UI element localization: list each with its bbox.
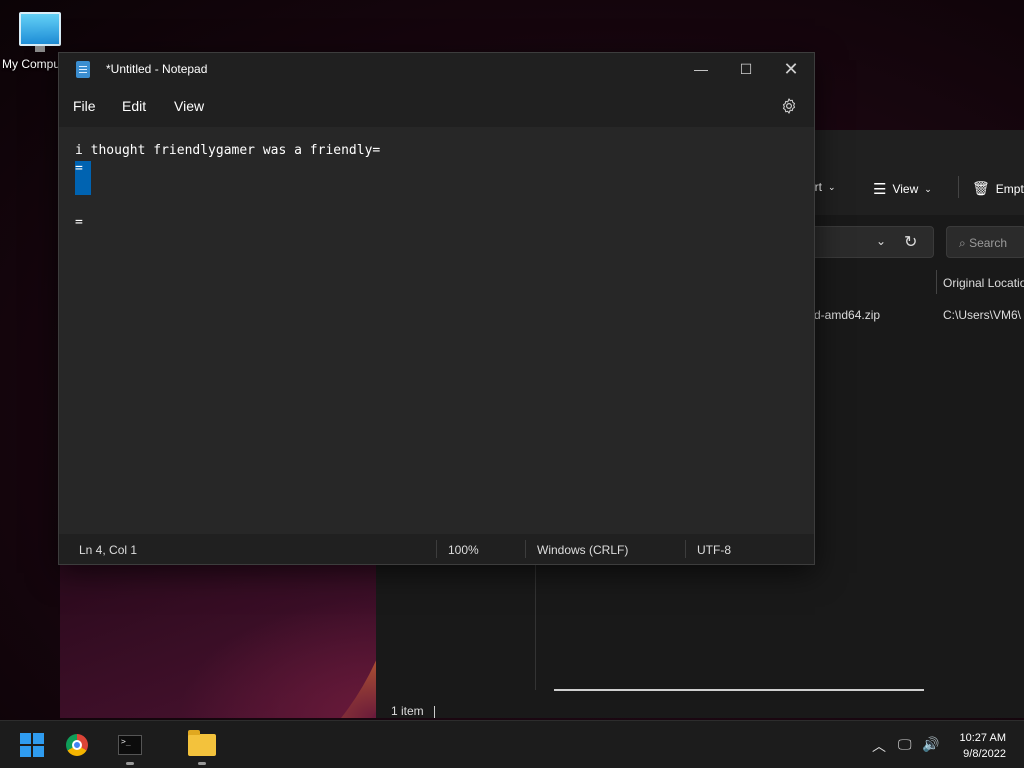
empty-recycle-bin-button[interactable]: 🗑 Empty bbox=[972, 180, 1024, 197]
maximize-icon: ☐ bbox=[739, 60, 753, 77]
wallpaper-swirl bbox=[60, 560, 377, 718]
editor-line-1: i thought friendlygamer was a friendly= bbox=[75, 143, 381, 158]
terminal-taskbar-button[interactable]: >_ bbox=[114, 729, 146, 765]
file-location-cell: C:\Users\VM6\ bbox=[943, 308, 1022, 322]
explorer-status-bar: 1 item bbox=[391, 704, 435, 718]
running-indicator bbox=[126, 762, 134, 765]
line-endings: Windows (CRLF) bbox=[537, 543, 629, 557]
search-input[interactable]: ⌕ Search bbox=[946, 226, 1024, 258]
clock-date: 9/8/2022 bbox=[963, 748, 1006, 760]
navigation-pane-divider bbox=[535, 560, 536, 690]
notepad-icon bbox=[76, 61, 90, 78]
menu-file[interactable]: File bbox=[73, 98, 96, 114]
computer-icon bbox=[19, 12, 61, 52]
status-separator bbox=[433, 705, 435, 718]
window-title: *Untitled - Notepad bbox=[106, 62, 208, 76]
chevron-down-icon: ⌄ bbox=[924, 183, 932, 194]
chevron-down-icon: ⌄ bbox=[828, 181, 836, 192]
search-placeholder: Search bbox=[969, 236, 1008, 250]
horizontal-scrollbar[interactable] bbox=[554, 689, 924, 691]
notepad-window: *Untitled - Notepad — ☐ ✕ File Edit View… bbox=[58, 52, 815, 565]
clock-time: 10:27 AM bbox=[959, 732, 1006, 744]
cursor-position: Ln 4, Col 1 bbox=[79, 543, 138, 557]
trash-icon: 🗑 bbox=[972, 180, 990, 196]
toolbar-divider bbox=[958, 176, 959, 198]
taskbar: >_ ︿ 🖵 🔊 10:27 AM 9/8/2022 bbox=[0, 720, 1024, 768]
terminal-icon: >_ bbox=[118, 735, 142, 755]
status-divider bbox=[685, 540, 686, 558]
maximize-button[interactable]: ☐ bbox=[723, 53, 769, 85]
mouse-cursor-icon bbox=[193, 734, 200, 748]
start-button[interactable] bbox=[16, 729, 48, 761]
minimize-icon: — bbox=[694, 61, 708, 77]
file-explorer-taskbar-button[interactable] bbox=[186, 729, 218, 765]
running-indicator bbox=[198, 762, 206, 765]
network-icon[interactable]: 🖵 bbox=[898, 736, 912, 753]
status-bar: Ln 4, Col 1 100% Windows (CRLF) UTF-8 bbox=[59, 534, 814, 564]
column-header-original-location[interactable]: Original Location bbox=[943, 276, 1024, 290]
file-name-cell[interactable]: d-amd64.zip bbox=[814, 308, 880, 322]
view-button[interactable]: ☰ View ⌄ bbox=[873, 180, 932, 198]
menu-bar: File Edit View bbox=[59, 85, 814, 127]
view-label: View bbox=[892, 182, 919, 196]
settings-gear-icon[interactable] bbox=[780, 97, 798, 115]
minimize-button[interactable]: — bbox=[678, 53, 724, 85]
status-divider bbox=[436, 540, 437, 558]
title-bar[interactable]: *Untitled - Notepad — ☐ ✕ bbox=[59, 53, 814, 85]
status-divider bbox=[525, 540, 526, 558]
encoding: UTF-8 bbox=[697, 543, 731, 557]
chevron-up-icon[interactable]: ︿ bbox=[872, 736, 886, 756]
search-icon: ⌕ bbox=[959, 236, 966, 250]
column-divider[interactable] bbox=[936, 270, 937, 294]
view-list-icon: ☰ bbox=[873, 181, 887, 198]
close-icon: ✕ bbox=[783, 58, 799, 79]
chevron-down-icon[interactable]: ⌄ bbox=[876, 234, 886, 248]
item-count: 1 item bbox=[391, 704, 424, 718]
text-editor[interactable]: i thought friendlygamer was a friendly= … bbox=[59, 127, 814, 534]
volume-icon[interactable]: 🔊 bbox=[922, 736, 939, 753]
close-button[interactable]: ✕ bbox=[768, 53, 814, 85]
editor-line-4: = bbox=[75, 215, 83, 230]
clock[interactable]: 10:27 AM 9/8/2022 bbox=[960, 730, 1006, 762]
zoom-level: 100% bbox=[448, 543, 479, 557]
editor-line-2: = bbox=[75, 161, 83, 176]
start-icon bbox=[20, 733, 44, 757]
menu-view[interactable]: View bbox=[174, 98, 204, 114]
editor-line-2-selected: = bbox=[75, 161, 91, 195]
menu-edit[interactable]: Edit bbox=[122, 98, 146, 114]
empty-label: Empty bbox=[995, 181, 1024, 196]
chrome-icon bbox=[66, 734, 88, 756]
chrome-taskbar-button[interactable] bbox=[61, 729, 93, 761]
refresh-icon[interactable]: ↻ bbox=[904, 232, 917, 252]
